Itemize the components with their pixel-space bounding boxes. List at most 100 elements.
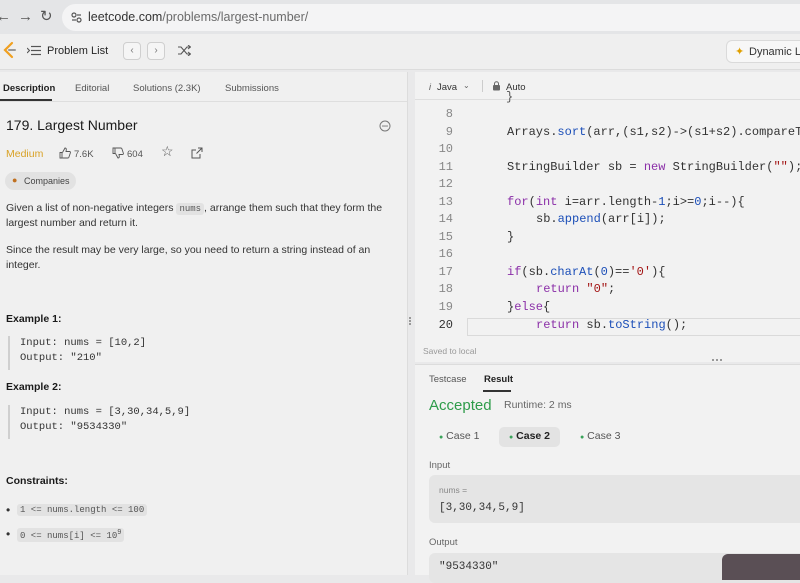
notes-icon[interactable] [379, 120, 391, 132]
dynamic-layout-button[interactable]: ✦ Dynamic L [726, 40, 800, 63]
code-line-18[interactable]: return "0"; [536, 282, 615, 296]
line-number: 19 [438, 300, 453, 314]
code-line-19[interactable]: }else{ [507, 300, 550, 314]
line-number: 13 [438, 195, 453, 209]
description-paragraph-1: Given a list of non-negative integers nu… [6, 201, 401, 217]
language-icon: i [429, 82, 431, 92]
constraint-2-text: 0 <= nums[i] <= 10 [20, 531, 118, 541]
code-line-11[interactable]: StringBuilder sb = new StringBuilder("")… [507, 160, 800, 174]
code-line-13[interactable]: for(int i=arr.length-1;i>=0;i--){ [507, 195, 745, 209]
laptop-corner-image [722, 554, 800, 580]
constraint-2-exponent: 9 [117, 529, 122, 537]
line-number-current: 20 [438, 318, 453, 332]
share-icon[interactable] [191, 147, 203, 159]
code-line-17[interactable]: if(sb.charAt(0)=='0'){ [507, 265, 665, 279]
divider [482, 80, 483, 92]
tab-description[interactable]: Description [3, 83, 55, 94]
example-1-block: Input: nums = [10,2] Output: "210" [8, 336, 388, 370]
browser-toolbar: ← → ↻ leetcode.com/problems/largest-numb… [0, 0, 800, 34]
tab-solutions[interactable]: Solutions (2.3K) [133, 83, 201, 94]
runtime-text: Runtime: 2 ms [504, 399, 572, 411]
line-number: 14 [438, 212, 453, 226]
example-2-block: Input: nums = [3,30,34,5,9] Output: "953… [8, 405, 388, 439]
input-value: [3,30,34,5,9] [439, 502, 525, 514]
list-icon[interactable] [27, 45, 41, 56]
code-line-20[interactable]: return sb.toString(); [536, 318, 687, 332]
example-2-output: Output: "9534330" [20, 421, 128, 433]
line-number: 12 [438, 177, 453, 191]
example-2-input: Input: nums = [3,30,34,5,9] [20, 406, 191, 418]
chevron-down-icon[interactable]: ⌄ [463, 81, 470, 90]
difficulty-badge: Medium [6, 148, 44, 160]
line-number: 15 [438, 230, 453, 244]
problem-list-link[interactable]: Problem List [47, 45, 108, 57]
tab-result[interactable]: Result [484, 374, 513, 385]
companies-tag[interactable]: ● Companies [5, 172, 76, 190]
forward-icon[interactable]: → [18, 8, 33, 26]
thumbs-up-icon[interactable] [59, 147, 71, 159]
code-line-9[interactable]: Arrays.sort(arr,(s1,s2)->(s1+s2).compare… [507, 125, 800, 139]
constraint-1: 1 <= nums.length <= 100 [17, 504, 148, 516]
vertical-splitter-handle[interactable] [409, 316, 412, 328]
example-1-title: Example 1: [6, 313, 62, 325]
language-select[interactable]: Java [437, 82, 457, 93]
back-icon[interactable]: ← [0, 8, 11, 26]
case-2-button[interactable]: ● Case 2 [499, 427, 561, 447]
line-number: 11 [438, 160, 453, 174]
line-number: 9 [445, 125, 453, 139]
example-2-title: Example 2: [6, 381, 62, 393]
app-header [0, 34, 800, 70]
lock-icon: ● [12, 175, 18, 185]
tab-editorial[interactable]: Editorial [75, 83, 109, 94]
thumbs-down-icon[interactable] [112, 147, 124, 159]
tab-testcase[interactable]: Testcase [429, 374, 467, 385]
url-path: /problems/largest-number/ [162, 10, 309, 24]
shuffle-icon[interactable] [178, 45, 191, 56]
result-panel: Testcase Result Accepted Runtime: 2 ms ●… [415, 364, 800, 583]
dynamic-layout-label: Dynamic L [749, 46, 800, 58]
status-accepted: Accepted [429, 397, 492, 414]
line-number: 8 [445, 107, 453, 121]
likes-count: 7.6K [74, 149, 94, 160]
star-icon[interactable]: ☆ [161, 144, 174, 159]
site-info-icon[interactable] [71, 12, 82, 23]
horizontal-splitter-handle[interactable] [712, 359, 724, 362]
leetcode-logo-icon[interactable] [2, 41, 16, 59]
tab-submissions[interactable]: Submissions [225, 83, 279, 94]
line-number: 10 [438, 142, 453, 156]
dislikes-count: 604 [127, 149, 143, 160]
line-number: 16 [438, 247, 453, 261]
line-number: 17 [438, 265, 453, 279]
prev-problem-button[interactable]: ‹ [123, 42, 141, 60]
description-paragraph-1-line-2: largest number and return it. [6, 217, 138, 229]
case-1-button[interactable]: ● Case 1 [429, 427, 489, 447]
desc1-text-b: , arrange them such that they form the [204, 202, 383, 214]
url-domain: leetcode.com [88, 10, 163, 24]
case-3-button[interactable]: ● Case 3 [570, 427, 630, 447]
code-line-14[interactable]: sb.append(arr[i]); [536, 212, 666, 226]
description-panel: Description Editorial Solutions (2.3K) S… [0, 72, 408, 575]
desc1-text-a: Given a list of non-negative integers [6, 202, 177, 214]
bullet-icon: • [6, 503, 11, 517]
description-paragraph-2-line-2: integer. [6, 259, 41, 271]
output-value: "9534330" [439, 561, 499, 573]
problem-title: 179. Largest Number [6, 117, 138, 133]
description-paragraph-2: Since the result may be very large, so y… [6, 244, 371, 256]
next-problem-button[interactable]: › [147, 42, 165, 60]
code-line-7-fragment: } [506, 90, 514, 104]
editor-toolbar: i Java ⌄ Auto [415, 72, 800, 100]
constraints-title: Constraints: [6, 475, 68, 487]
code-editor-panel: i Java ⌄ Auto } 8 9 10 11 12 13 14 15 16… [415, 72, 800, 362]
input-label: Input [429, 460, 451, 471]
example-1-output: Output: "210" [20, 352, 102, 364]
saved-status: Saved to local [423, 346, 477, 356]
url-text: leetcode.com/problems/largest-number/ [88, 10, 308, 24]
line-number: 18 [438, 282, 453, 296]
code-line-15[interactable]: } [507, 230, 514, 244]
description-tabs: Description Editorial Solutions (2.3K) S… [0, 72, 407, 102]
output-label: Output [429, 537, 458, 548]
constraint-2: 0 <= nums[i] <= 109 [17, 528, 125, 542]
input-box: nums = [3,30,34,5,9] [429, 475, 800, 523]
companies-label: Companies [24, 176, 70, 186]
reload-icon[interactable]: ↻ [40, 8, 53, 26]
